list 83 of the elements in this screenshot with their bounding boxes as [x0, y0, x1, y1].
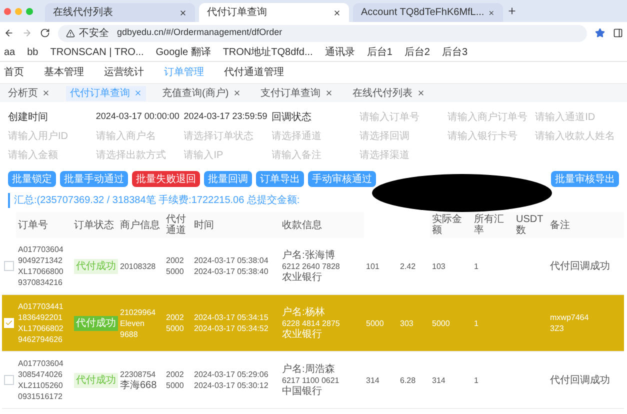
column-header: 收款信息 — [280, 212, 364, 238]
bookmark[interactable]: TRON地址TQ8dfd... — [222, 45, 313, 60]
end-date-field[interactable]: 2024-03-17 23:59:59 — [184, 110, 268, 125]
url-text: gdbyedu.cn/#/Ordermanagement/dfOrder — [117, 26, 282, 40]
filter-field[interactable]: 请输入银行卡号 — [447, 129, 532, 144]
column-header: 商户信息 — [118, 212, 164, 238]
table-cell: 5000 — [364, 295, 398, 352]
status-badge: 代付成功 — [74, 258, 118, 274]
back-arrow-icon[interactable] — [4, 28, 14, 38]
page-tab[interactable]: 在线代付列表 — [348, 86, 429, 100]
close-icon[interactable] — [416, 89, 425, 97]
close-icon[interactable] — [488, 8, 495, 16]
side-panel-icon[interactable] — [613, 28, 623, 38]
bookmark[interactable]: 后台2 — [404, 45, 430, 60]
menu-item[interactable]: 运营统计 — [104, 65, 144, 80]
column-header: 实际金额 — [430, 212, 472, 238]
filter-field[interactable]: 请输入IP — [184, 148, 268, 163]
filter-field[interactable]: 请选择通道 — [272, 129, 356, 144]
warning-icon — [66, 28, 75, 38]
column-header: 订单号 — [16, 212, 72, 238]
page-tab[interactable]: 支付订单查询 — [256, 86, 337, 100]
page-tab[interactable]: 分析页 — [4, 86, 54, 100]
filter-field[interactable]: 请输入通道ID — [535, 110, 619, 125]
column-header: USDT数 — [514, 212, 548, 238]
column-header: 订单状态 — [72, 212, 118, 238]
column-header: 时间 — [192, 212, 280, 238]
filter-field[interactable]: 请输入订单号 — [359, 110, 444, 125]
table-cell: 5000 — [430, 295, 472, 352]
filter-field[interactable]: 请输入用户ID — [8, 129, 92, 144]
column-header: 备注 — [548, 212, 624, 238]
filter-field[interactable]: 请输入金额 — [8, 148, 92, 163]
close-icon[interactable] — [324, 89, 333, 97]
table-cell: 1 — [472, 295, 514, 352]
filter-label: 创建时间 — [8, 110, 49, 125]
filter-field[interactable]: 请选择渠道 — [359, 148, 444, 163]
summary-text: 汇总:(235707369.32 / 318384笔 手续费:1722215.06 总提交金额: — [8, 193, 300, 208]
close-icon[interactable] — [333, 8, 341, 16]
column-header: 所有汇率 — [472, 212, 514, 238]
table-cell: 2024-03-17 05:34:15 2024-03-17 05:34:52 — [192, 295, 280, 352]
security-label[interactable]: 不安全 — [79, 26, 109, 40]
check-icon — [5, 319, 13, 327]
table-cell: A017703441 1836492201 XL17066802 9462794626 — [16, 295, 72, 352]
browser-tab[interactable]: 代付订单查询 — [199, 3, 349, 22]
reload-icon[interactable] — [40, 28, 50, 38]
menu-item[interactable]: 代付通道管理 — [224, 65, 284, 80]
status-badge: 代付成功 — [74, 316, 118, 330]
action-button[interactable]: 批量失败退回 — [132, 171, 200, 187]
address-bar[interactable]: 不安全 gdbyedu.cn/#/Ordermanagement/dfOrder — [58, 24, 587, 42]
browser-tab[interactable]: 在线代付列表 — [45, 3, 195, 22]
column-header: 代付通道 — [164, 212, 192, 238]
page-tab[interactable]: 充值查询(商户) — [158, 86, 245, 100]
filter-field[interactable]: 请输入收款人姓名 — [535, 129, 619, 144]
table-cell: 2002 5000 — [164, 295, 192, 352]
checkbox[interactable] — [4, 375, 14, 385]
close-icon[interactable] — [42, 89, 50, 97]
table-cell: 户名:杨林 6228 4814 2875 农业银行 — [280, 295, 364, 352]
filter-field[interactable]: 请选择回调 — [359, 129, 444, 144]
menu-item[interactable]: 首页 — [4, 65, 24, 80]
filter-field[interactable]: 请输入商户订单号 — [447, 110, 532, 125]
start-date-field[interactable]: 2024-03-17 00:00:00 — [96, 110, 180, 125]
bookmark[interactable]: bb — [27, 45, 38, 60]
filter-field[interactable]: 请选择出款方式 — [96, 148, 180, 163]
bookmark[interactable]: aa — [4, 45, 16, 60]
bookmark[interactable]: TRONSCAN | TRO... — [50, 45, 144, 60]
status-badge: 代付成功 — [74, 372, 118, 388]
filter-label: 回调状态 — [272, 110, 313, 125]
menu-item[interactable]: 基本管理 — [44, 65, 84, 80]
bookmark[interactable]: 后台3 — [442, 45, 468, 60]
table-cell: mxwp7464 3Z3 — [548, 295, 624, 352]
bookmark[interactable]: 通讯录 — [324, 45, 355, 60]
new-tab-icon[interactable] — [507, 6, 517, 16]
filter-field[interactable]: 请输入备注 — [272, 148, 356, 163]
close-icon[interactable] — [232, 89, 241, 97]
bookmark[interactable]: Google 翻译 — [156, 45, 211, 60]
browser-tab[interactable]: Account TQ8dTeFhK6MfL... — [353, 3, 503, 22]
star-icon[interactable] — [595, 28, 605, 38]
close-icon[interactable] — [179, 8, 187, 16]
bookmark[interactable]: 后台1 — [366, 45, 392, 60]
checkbox[interactable] — [4, 261, 14, 271]
table-cell: 303 — [398, 295, 430, 352]
filter-field[interactable]: 请输入商户名 — [96, 129, 180, 144]
table-cell: 21029964 Eleven 9688 — [118, 295, 164, 352]
filter-field[interactable]: 请选择订单状态 — [184, 129, 268, 144]
